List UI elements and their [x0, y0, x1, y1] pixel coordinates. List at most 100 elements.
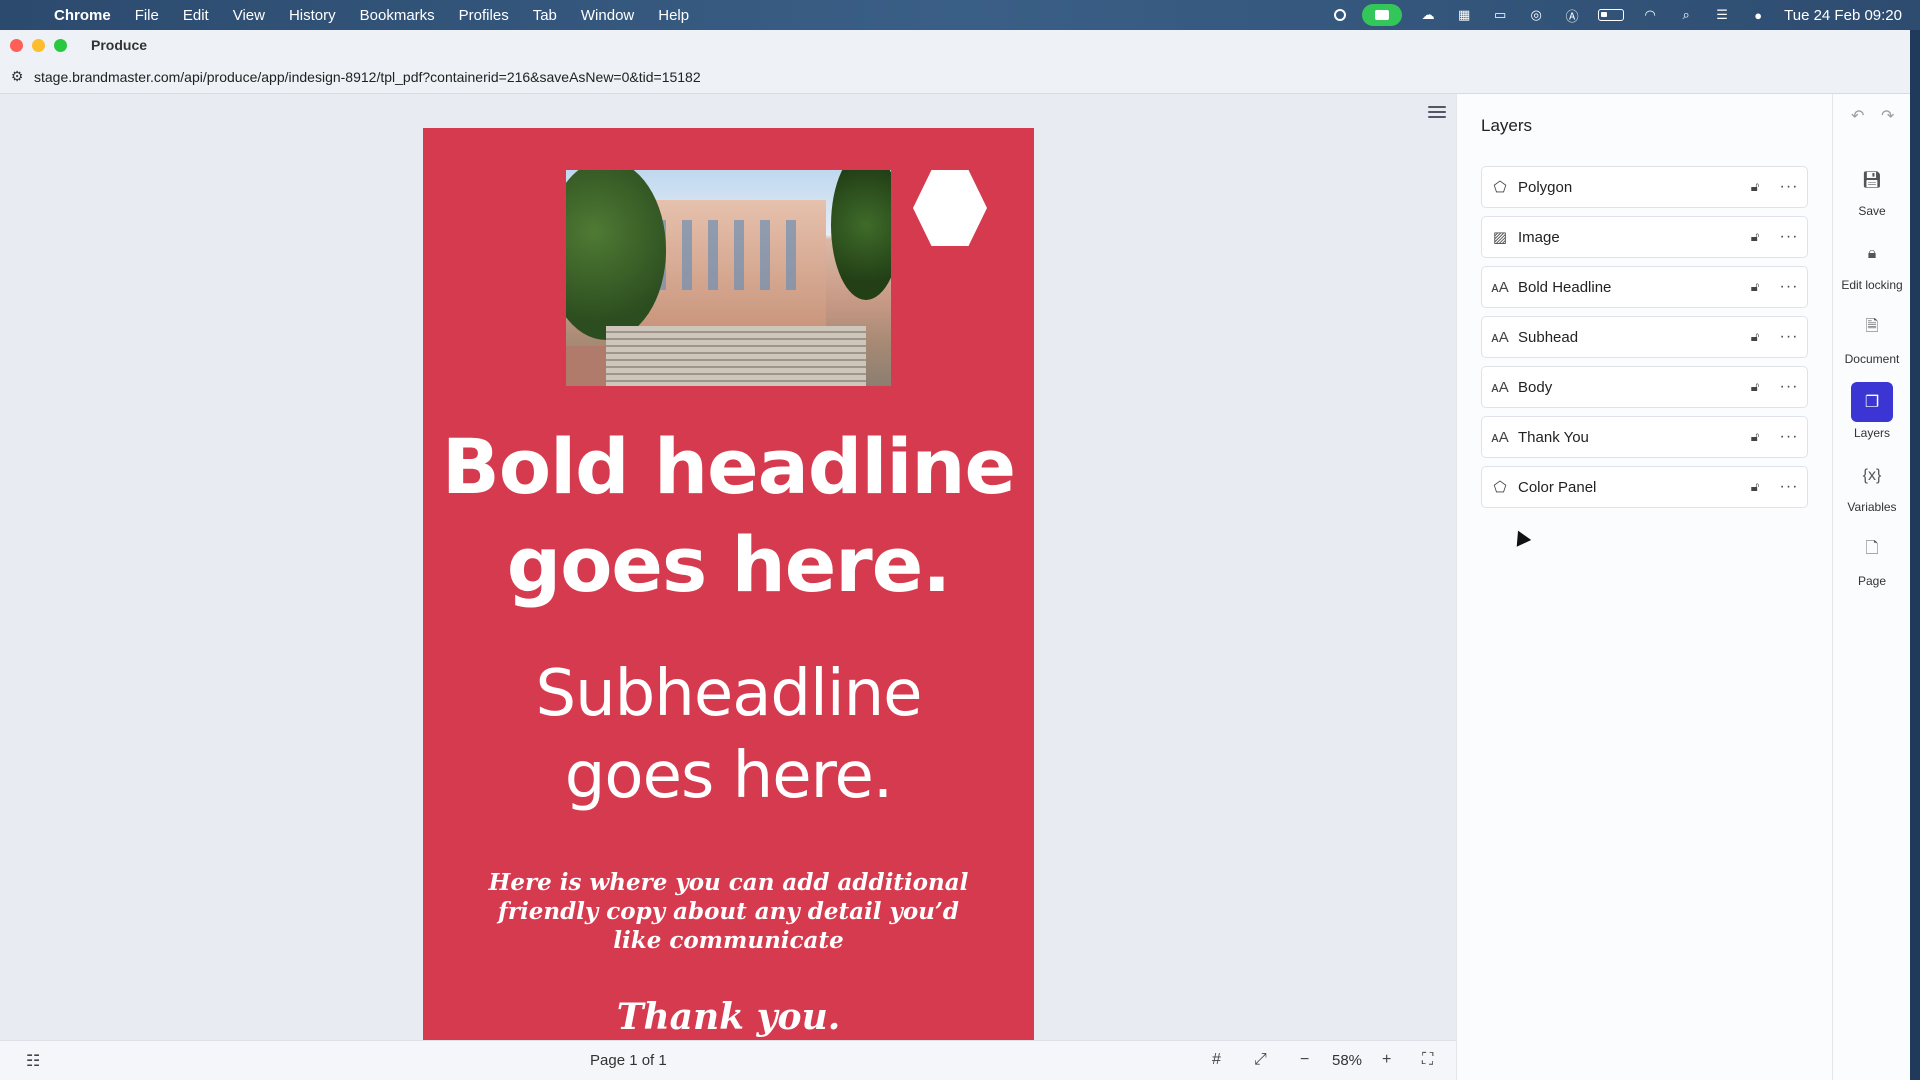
address-bar[interactable]: ⚙ stage.brandmaster.com/api/produce/app/…: [0, 60, 1910, 94]
siri-icon[interactable]: ●: [1748, 7, 1768, 23]
control-center-icon[interactable]: ☰: [1712, 7, 1732, 23]
url-text[interactable]: stage.brandmaster.com/api/produce/app/in…: [34, 69, 701, 85]
building-photo[interactable]: [566, 170, 891, 386]
tool-document[interactable]: 🗎︎ Document: [1833, 308, 1911, 367]
lock-icon[interactable]: 🔓︎: [1739, 429, 1771, 445]
layer-name: Color Panel: [1518, 478, 1597, 496]
status-icons: ☁ ▦ ▭ ◎ Ⓐ ◠ ⌕ ☰ ● Tue 24 Feb 09:20: [1334, 0, 1902, 30]
menu-history[interactable]: History: [277, 7, 348, 24]
layer-name: Subhead: [1518, 328, 1579, 346]
lock-icon[interactable]: 🔓︎: [1739, 379, 1771, 395]
redo-icon[interactable]: ↷: [1881, 106, 1894, 126]
crop-marks-icon[interactable]: #: [1212, 1051, 1221, 1069]
text-icon: ᴀA: [1491, 328, 1509, 346]
text-icon: ᴀA: [1491, 278, 1509, 296]
menu-bookmarks[interactable]: Bookmarks: [348, 7, 447, 24]
menu-file[interactable]: File: [123, 7, 171, 24]
zoom-in-button[interactable]: +: [1382, 1051, 1391, 1069]
input-source-icon[interactable]: Ⓐ: [1562, 7, 1582, 24]
display-icon[interactable]: ▭: [1490, 7, 1510, 23]
layer-body[interactable]: ᴀA Body 🔓︎ ···: [1481, 366, 1808, 408]
tool-page[interactable]: 🗋︎ Page: [1833, 530, 1911, 589]
tool-label: Page: [1857, 574, 1887, 588]
subhead-line-2: goes here.: [564, 739, 893, 813]
more-options-icon[interactable]: ···: [1771, 228, 1807, 246]
editor-status-bar: ☷ Page 1 of 1 # ⤢ − 58% + ⛶: [0, 1040, 1456, 1080]
thank-you-text[interactable]: Thank you.: [423, 996, 1034, 1038]
layer-polygon[interactable]: ⬠ Polygon 🔓︎ ···: [1481, 166, 1808, 208]
page-icon: 🗋︎: [1865, 539, 1879, 557]
menu-edit[interactable]: Edit: [171, 7, 221, 24]
text-icon: ᴀA: [1491, 428, 1509, 446]
polygon-icon: ⬠: [1493, 479, 1507, 496]
menu-tab[interactable]: Tab: [521, 7, 569, 24]
creative-cloud-icon[interactable]: ◎: [1526, 7, 1546, 23]
undo-icon[interactable]: ↶: [1851, 106, 1864, 126]
list-toggle-icon[interactable]: [1428, 106, 1446, 122]
lock-icon[interactable]: 🔓︎: [1739, 229, 1771, 245]
menu-profiles[interactable]: Profiles: [447, 7, 521, 24]
layer-bold-headline[interactable]: ᴀA Bold Headline 🔓︎ ···: [1481, 266, 1808, 308]
lock-icon[interactable]: 🔓︎: [1739, 479, 1771, 495]
editor-canvas[interactable]: Bold headline goes here. Subheadline goe…: [0, 94, 1456, 1064]
menu-app-name[interactable]: Chrome: [54, 7, 123, 24]
mac-menu-bar: Chrome File Edit View History Bookmarks …: [0, 0, 1920, 30]
menubar-datetime[interactable]: Tue 24 Feb 09:20: [1784, 7, 1902, 24]
more-options-icon[interactable]: ···: [1771, 328, 1807, 346]
lock-icon[interactable]: 🔓︎: [1739, 329, 1771, 345]
body-copy[interactable]: Here is where you can add additional fri…: [473, 868, 984, 955]
zoom-window-button[interactable]: [54, 38, 67, 52]
site-settings-icon[interactable]: ⚙: [0, 68, 34, 85]
panel-title: Layers: [1481, 116, 1533, 135]
browser-window: Produce ⚙ stage.brandmaster.com/api/prod…: [0, 30, 1910, 1080]
layer-name: Bold Headline: [1518, 278, 1612, 296]
more-options-icon[interactable]: ···: [1771, 178, 1807, 196]
fit-to-screen-icon[interactable]: ⤢: [1254, 1051, 1267, 1069]
tool-save[interactable]: 💾︎ Save: [1833, 160, 1911, 218]
artboard[interactable]: Bold headline goes here. Subheadline goe…: [423, 128, 1034, 1064]
minimize-window-button[interactable]: [32, 38, 45, 52]
layer-name: Body: [1518, 378, 1553, 396]
layer-subhead[interactable]: ᴀA Subhead 🔓︎ ···: [1481, 316, 1808, 358]
layer-thank-you[interactable]: ᴀA Thank You 🔓︎ ···: [1481, 416, 1808, 458]
lock-icon[interactable]: 🔓︎: [1739, 279, 1771, 295]
headline-line-1: Bold headline: [441, 422, 1016, 511]
layer-name: Thank You: [1518, 428, 1589, 446]
tool-variables[interactable]: {x} Variables: [1833, 456, 1911, 514]
polygon-icon: ⬠: [1493, 179, 1507, 196]
checklist-icon[interactable]: ☷: [26, 1051, 40, 1071]
close-window-button[interactable]: [10, 38, 23, 52]
more-options-icon[interactable]: ···: [1771, 378, 1807, 396]
wifi-icon[interactable]: ◠: [1640, 7, 1660, 23]
subhead-line-1: Subheadline: [535, 657, 922, 731]
cloud-icon[interactable]: ☁: [1418, 7, 1438, 23]
more-options-icon[interactable]: ···: [1771, 278, 1807, 296]
headline-line-2: goes here.: [506, 520, 951, 609]
menu-view[interactable]: View: [221, 7, 277, 24]
zoom-out-button[interactable]: −: [1300, 1051, 1309, 1069]
hexagon-shape[interactable]: [913, 170, 987, 246]
fullscreen-icon[interactable]: ⛶: [1422, 1051, 1433, 1069]
layer-color-panel[interactable]: ⬠ Color Panel 🔓︎ ···: [1481, 466, 1808, 508]
battery-icon[interactable]: [1598, 9, 1625, 21]
facetime-icon[interactable]: [1362, 4, 1403, 26]
tool-layers[interactable]: ❐ Layers: [1833, 382, 1911, 440]
more-options-icon[interactable]: ···: [1771, 428, 1807, 446]
spotlight-search-icon[interactable]: ⌕: [1676, 7, 1696, 23]
tool-label: Layers: [1853, 426, 1891, 440]
zoom-level: 58%: [1332, 1052, 1363, 1069]
subheadline[interactable]: Subheadline goes here.: [423, 653, 1034, 817]
more-options-icon[interactable]: ···: [1771, 478, 1807, 496]
menu-window[interactable]: Window: [569, 7, 646, 24]
window-controls: [0, 38, 67, 52]
menu-help[interactable]: Help: [646, 7, 701, 24]
tool-edit-locking[interactable]: 🔒︎ Edit locking: [1833, 234, 1911, 292]
save-icon: 💾︎: [1861, 172, 1883, 189]
layer-image[interactable]: ▨ Image 🔓︎ ···: [1481, 216, 1808, 258]
bold-headline[interactable]: Bold headline goes here.: [423, 418, 1034, 614]
extension-icon[interactable]: ▦: [1454, 7, 1474, 23]
screen-record-icon[interactable]: [1334, 9, 1347, 21]
variables-icon: {x}: [1862, 467, 1882, 484]
lock-icon[interactable]: 🔓︎: [1739, 179, 1771, 195]
lock-icon: 🔒︎: [1867, 245, 1877, 262]
